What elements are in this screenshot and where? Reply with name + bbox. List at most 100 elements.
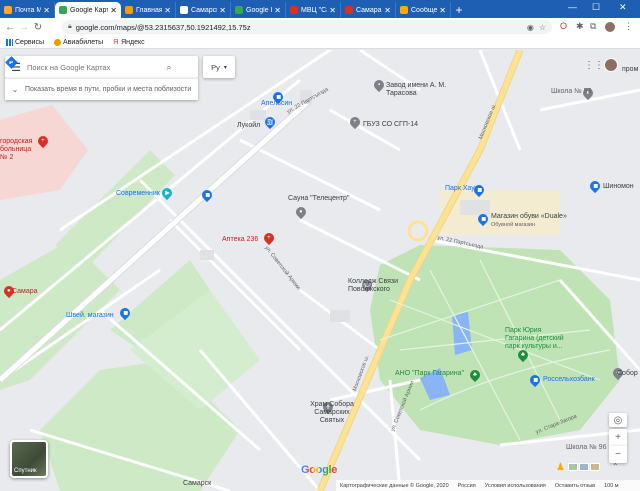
site-icon — [180, 6, 188, 14]
label-samara[interactable]: Самара — [12, 288, 38, 296]
label-ano-gagarin[interactable]: АНО "Парк Гагарина" — [395, 370, 464, 378]
label-apteka[interactable]: Аптека 236 — [222, 236, 258, 244]
close-tab-icon[interactable]: ✕ — [110, 6, 117, 15]
google-maps-icon — [59, 6, 67, 14]
map-canvas[interactable]: ▪ ◼ ⛽︎ + + ▶︎ ◼ ● ◼ ◼ ◼ + 🎓︎ ◼ ● ♣ ♣ ◼ ✝… — [0, 50, 640, 491]
feedback-link[interactable]: Оставить отзыв — [555, 483, 595, 489]
minimize-button[interactable]: — — [568, 2, 577, 12]
tab-google-maps-active[interactable]: Google Карт ✕ — [55, 2, 121, 18]
label-rosselkhozbank[interactable]: Россельхозбанк — [543, 376, 595, 384]
label-sovremennik[interactable]: Современник — [116, 190, 160, 198]
label-apelsin[interactable]: Апельсин — [261, 100, 292, 108]
label-gbuz[interactable]: ГБУЗ СО СГП-14 — [363, 121, 418, 129]
zoom-out-button[interactable]: − — [609, 446, 627, 463]
google-logo: Google — [301, 464, 338, 476]
satellite-label: Спутник — [14, 468, 37, 474]
opera-extension-icon[interactable]: O — [560, 21, 567, 31]
crosshair-icon: ◎ — [613, 414, 623, 426]
tab-mvc-samara[interactable]: МВЦ "Самар✕ — [286, 2, 341, 18]
maximize-button[interactable]: ☐ — [592, 2, 600, 13]
tab-samara-kos[interactable]: Самара Кос✕ — [341, 2, 396, 18]
maps-search-input[interactable] — [27, 62, 160, 72]
mail-icon — [4, 6, 12, 14]
tab-glavnaya[interactable]: Главная ✕ — [121, 2, 176, 18]
zoom-in-button[interactable]: + — [609, 429, 627, 446]
travel-times-text: Показать время в пути, пробки и места по… — [25, 85, 192, 93]
label-sauna[interactable]: Сауна "Телецентр" — [288, 195, 349, 203]
tab-google-maps-2[interactable]: Google Карт✕ — [231, 2, 286, 18]
site-icon — [345, 6, 353, 14]
forward-arrow-icon[interactable]: → — [17, 22, 31, 33]
close-tab-icon[interactable]: ✕ — [439, 6, 446, 15]
expand-up-icon[interactable]: ⌃ — [612, 462, 619, 471]
bookmarks-bar: Сервисы Авиабилеты Я Яндекс — [0, 36, 640, 49]
satellite-layer-toggle[interactable]: Спутник — [10, 440, 48, 478]
close-tab-icon[interactable]: ✕ — [384, 6, 391, 15]
blogger-icon — [400, 6, 408, 14]
star-icon[interactable]: ☆ — [539, 23, 546, 32]
label-temple[interactable]: Храм Собора Самарских Святых — [302, 401, 362, 425]
reload-icon[interactable]: ↻ — [31, 22, 45, 33]
apps-grid-icon — [6, 38, 13, 46]
menu-dots-icon[interactable]: ⋮ — [624, 21, 633, 32]
close-tab-icon[interactable]: ✕ — [164, 6, 171, 15]
plus-icon: + — [615, 432, 621, 443]
bookmark-yandex[interactable]: Я Яндекс — [113, 39, 145, 46]
language-selector[interactable]: Ру ▾ — [203, 56, 235, 78]
layer-thumbnails[interactable] — [568, 463, 600, 471]
back-arrow-icon[interactable]: ← — [3, 22, 17, 33]
location-icon[interactable]: ◉ — [527, 23, 534, 32]
label-hospital[interactable]: городская больница № 2 — [0, 138, 40, 162]
copyright-text: Картографические данные © Google, 2020 — [340, 482, 449, 489]
search-icon[interactable]: ⌕ — [160, 62, 178, 73]
terms-link[interactable]: Условия использования — [485, 483, 546, 489]
address-bar[interactable]: 🔒︎ google.com/maps/@53.2315637,50.192149… — [62, 20, 552, 34]
site-icon — [125, 6, 133, 14]
maps-search-bar: ☰ ⌕ — [5, 56, 198, 78]
puzzle-icon[interactable]: ⧉ — [590, 21, 596, 32]
label-park-house[interactable]: Парк Хаус — [445, 185, 478, 193]
minus-icon: − — [615, 449, 621, 460]
country-link[interactable]: Россия — [458, 483, 476, 489]
lock-icon: 🔒︎ — [68, 23, 72, 30]
tab-samarsky[interactable]: Самарский✕ — [176, 2, 231, 18]
label-school53[interactable]: Школа № 53 — [551, 88, 591, 96]
label-samarsk: Самарск — [183, 480, 212, 487]
close-tab-icon[interactable]: ✕ — [43, 6, 50, 15]
tab-strip: Почта Mail.ru✕ Google Карт✕ Главная✕ Сам… — [0, 0, 640, 18]
directions-button[interactable] — [5, 56, 196, 76]
label-college[interactable]: Колледж Связи Поволжского — [348, 278, 404, 294]
pegman-street-view-icon[interactable]: ♟︎ — [556, 462, 565, 473]
tab-mail[interactable]: Почта Mail.ru✕ — [0, 2, 55, 18]
tab-messages[interactable]: Сообщени✕ — [396, 2, 451, 18]
site-icon — [290, 6, 298, 14]
label-shinomontazh[interactable]: Шиномон — [603, 183, 634, 191]
label-sobor: Собор — [617, 370, 638, 377]
chevron-down-icon: ⌄ — [11, 85, 19, 94]
label-factory[interactable]: Завод имени А. М. Тарасова — [386, 82, 461, 98]
extension-icon[interactable]: ✱ — [576, 21, 584, 32]
close-window-button[interactable]: ✕ — [619, 2, 627, 13]
label-shvei[interactable]: Швей. магазин — [66, 312, 114, 320]
scale-label[interactable]: 100 м — [604, 483, 619, 489]
account-avatar[interactable] — [604, 58, 618, 72]
label-school96[interactable]: Школа № 96 — [566, 444, 606, 452]
travel-times-panel[interactable]: ⌄ Показать время в пути, пробки и места … — [5, 78, 198, 100]
browser-toolbar: ← → ↻ 🔒︎ google.com/maps/@53.2315637,50.… — [0, 18, 640, 36]
map-footer: Картографические данные © Google, 2020 Р… — [336, 480, 640, 491]
new-tab-button[interactable]: + — [451, 2, 467, 18]
close-tab-icon[interactable]: ✕ — [329, 6, 336, 15]
close-tab-icon[interactable]: ✕ — [219, 6, 226, 15]
plane-icon — [54, 38, 62, 46]
directions-icon — [5, 56, 18, 69]
bookmark-aviabilety[interactable]: Авиабилеты — [54, 38, 103, 46]
profile-avatar[interactable] — [605, 22, 615, 32]
url-text: google.com/maps/@53.2315637,50.1921492,1… — [75, 22, 251, 32]
label-lukoil[interactable]: Лукойл — [237, 122, 260, 130]
label-duale[interactable]: Магазин обуви «Duale» — [491, 213, 567, 221]
label-prom: пром — [622, 66, 639, 73]
bookmark-services[interactable]: Сервисы — [6, 38, 44, 46]
label-gagarin-park[interactable]: Парк Юрия Гагарина (детский парк культур… — [505, 327, 567, 351]
close-tab-icon[interactable]: ✕ — [274, 6, 281, 15]
my-location-button[interactable]: ◎ — [609, 413, 627, 427]
